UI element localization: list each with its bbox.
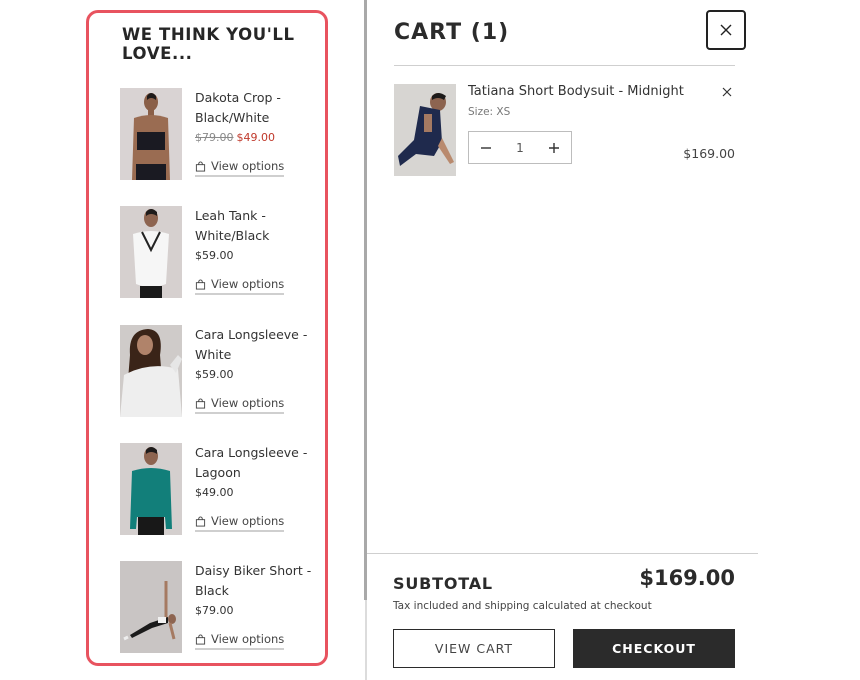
close-icon — [720, 24, 732, 36]
cart-drawer: CART (1) Tatiana Short Bodysuit - Midnig… — [367, 0, 760, 680]
recommendation-item: Cara Longsleeve - White $59.00 View opti… — [120, 325, 320, 421]
recommendation-item: Dakota Crop - Black/White $79.00 $49.00 V… — [120, 88, 320, 184]
view-options-button[interactable]: View options — [195, 632, 285, 650]
view-options-label: View options — [211, 277, 285, 291]
product-price: $59.00 — [195, 368, 234, 381]
cart-title: CART (1) — [394, 20, 510, 45]
divider — [367, 553, 758, 554]
recommendations-title: WE THINK YOU'LL LOVE... — [122, 25, 295, 63]
close-icon — [722, 87, 732, 97]
product-name[interactable]: Dakota Crop - Black/White — [195, 88, 320, 127]
view-options-label: View options — [211, 514, 285, 528]
product-price: $49.00 — [195, 486, 234, 499]
product-name[interactable]: Leah Tank - White/Black — [195, 206, 320, 245]
decrease-quantity-button[interactable] — [479, 141, 493, 155]
quantity-stepper: 1 — [468, 131, 572, 164]
view-options-label: View options — [211, 159, 285, 173]
increase-quantity-button[interactable] — [547, 141, 561, 155]
view-options-button[interactable]: View options — [195, 514, 285, 532]
quantity-input[interactable]: 1 — [510, 141, 530, 155]
shopping-bag-icon — [195, 278, 206, 290]
product-image[interactable] — [120, 88, 182, 180]
product-image[interactable] — [120, 325, 182, 417]
product-price: $79.00 — [195, 604, 234, 617]
view-options-button[interactable]: View options — [195, 277, 285, 295]
product-name[interactable]: Daisy Biker Short - Black — [195, 561, 320, 600]
recommendation-item: Daisy Biker Short - Black $79.00 View op… — [120, 561, 320, 657]
recommendation-item: Leah Tank - White/Black $59.00 View opti… — [120, 206, 320, 302]
close-cart-button[interactable] — [706, 10, 746, 50]
minus-icon — [481, 146, 491, 149]
subtotal-label: SUBTOTAL — [393, 574, 493, 593]
product-image[interactable] — [120, 561, 182, 653]
sale-price: $49.00 — [236, 131, 276, 144]
view-options-label: View options — [211, 396, 285, 410]
recommendations-panel: WE THINK YOU'LL LOVE... Dakota Crop - Bl… — [86, 10, 328, 666]
view-cart-button[interactable]: VIEW CART — [393, 629, 555, 668]
tax-note: Tax included and shipping calculated at … — [393, 600, 652, 612]
shopping-bag-icon — [195, 633, 206, 645]
view-options-label: View options — [211, 632, 285, 646]
view-options-button[interactable]: View options — [195, 159, 285, 177]
shopping-bag-icon — [195, 515, 206, 527]
product-image[interactable] — [394, 84, 456, 176]
cart-item-size: Size: XS — [468, 106, 511, 118]
original-price: $79.00 — [195, 131, 234, 144]
view-options-button[interactable]: View options — [195, 396, 285, 414]
product-image[interactable] — [120, 443, 182, 535]
shopping-bag-icon — [195, 160, 206, 172]
product-name[interactable]: Cara Longsleeve - Lagoon — [195, 443, 320, 482]
remove-item-button[interactable] — [722, 82, 734, 97]
checkout-button[interactable]: CHECKOUT — [573, 629, 735, 668]
product-name[interactable]: Cara Longsleeve - White — [195, 325, 320, 364]
cart-line-item: Tatiana Short Bodysuit - Midnight Size: … — [394, 84, 735, 180]
cart-item-price: $169.00 — [683, 146, 735, 161]
divider — [394, 65, 735, 66]
recommendation-item: Cara Longsleeve - Lagoon $49.00 View opt… — [120, 443, 320, 539]
shopping-bag-icon — [195, 397, 206, 409]
subtotal-value: $169.00 — [639, 566, 735, 590]
product-price: $79.00 $49.00 — [195, 131, 275, 144]
plus-icon — [549, 142, 559, 153]
product-price: $59.00 — [195, 249, 234, 262]
product-image[interactable] — [120, 206, 182, 298]
cart-item-name[interactable]: Tatiana Short Bodysuit - Midnight — [468, 84, 684, 99]
